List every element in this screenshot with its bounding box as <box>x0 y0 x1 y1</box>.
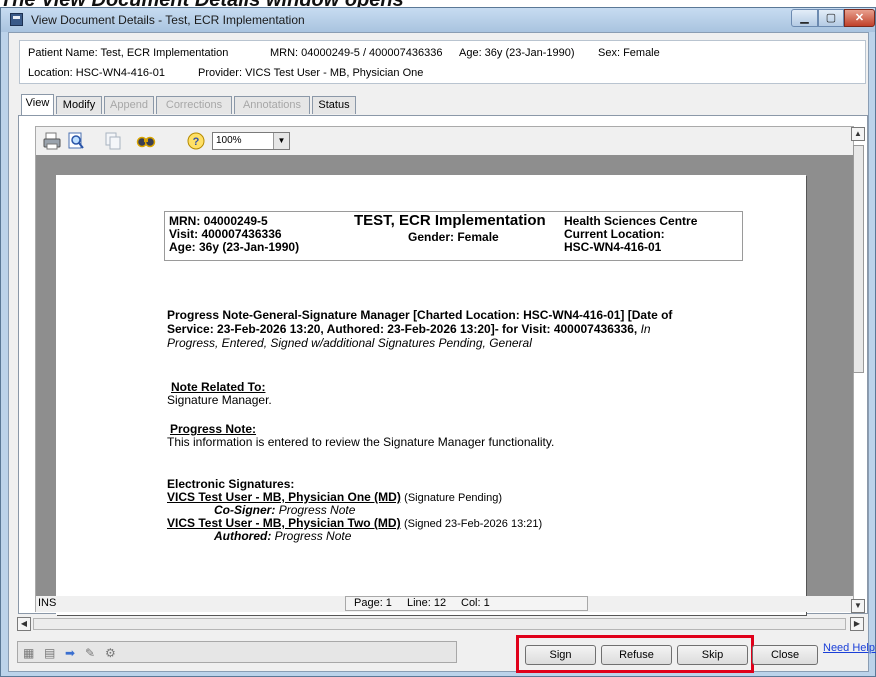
tab-append: Append <box>104 96 154 114</box>
print-preview-icon[interactable] <box>66 131 86 151</box>
sig2-role-label: Authored: <box>214 529 272 543</box>
progress-heading: Progress Note: <box>170 422 257 436</box>
demo-gender: Gender: Female <box>408 230 499 244</box>
svg-text:?: ? <box>193 136 200 148</box>
note-title-line2-text: Service: 23-Feb-2026 13:20, Authored: 23… <box>167 322 638 336</box>
patient-mrn: MRN: 04000249-5 / 400007436336 <box>270 47 443 59</box>
copy-icon[interactable] <box>103 131 123 151</box>
signature-line-2: VICS Test User - MB, Physician Two (MD) … <box>167 516 542 530</box>
attachment-icon[interactable]: ✎ <box>85 646 95 660</box>
patient-age: Age: 36y (23-Jan-1990) <box>459 47 575 59</box>
action-bar: ▦ ▤ ➡ ✎ ⚙ Sign Refuse Skip Close Need He… <box>17 635 876 673</box>
bottom-icon-strip: ▦ ▤ ➡ ✎ ⚙ <box>17 641 457 663</box>
skip-button[interactable]: Skip <box>677 645 748 665</box>
window-client-area: Patient Name: Test, ECR Implementation M… <box>8 32 876 673</box>
sig2-role: Authored: Progress Note <box>214 529 351 543</box>
vertical-scrollbar[interactable]: ▲ ▼ <box>851 115 868 613</box>
minimize-button[interactable]: ▁ <box>791 9 818 27</box>
patient-provider: Provider: VICS Test User - MB, Physician… <box>198 67 424 79</box>
patient-location: Location: HSC-WN4-416-01 <box>28 67 165 79</box>
column-number: Col: 1 <box>461 597 490 609</box>
note-title-line2: Service: 23-Feb-2026 13:20, Authored: 23… <box>167 322 651 336</box>
sig1-role-value: Progress Note <box>278 503 356 517</box>
related-text: Signature Manager. <box>167 393 272 407</box>
demo-visit: Visit: 400007436336 <box>169 227 282 241</box>
need-help-link[interactable]: Need Help? <box>823 642 876 654</box>
window-close-button[interactable]: ✕ <box>844 9 875 27</box>
view-panel: ? 100% ▼ MRN: 04000249-5 Visit: 40000743… <box>18 115 868 615</box>
signature-line-1: VICS Test User - MB, Physician One (MD) … <box>167 490 502 504</box>
close-button[interactable]: Close <box>752 645 818 665</box>
window-title: View Document Details - Test, ECR Implem… <box>31 13 305 27</box>
title-bar[interactable]: View Document Details - Test, ECR Implem… <box>1 8 875 32</box>
patient-name: Patient Name: Test, ECR Implementation <box>28 47 229 59</box>
document-page: MRN: 04000249-5 Visit: 400007436336 Age:… <box>56 175 806 615</box>
chevron-down-icon[interactable]: ▼ <box>273 133 289 149</box>
find-icon[interactable] <box>136 131 156 151</box>
demo-age: Age: 36y (23-Jan-1990) <box>169 240 300 254</box>
demo-current-location-label: Current Location: <box>564 227 665 241</box>
line-number: Line: 12 <box>407 597 447 609</box>
sig2-status: (Signed 23-Feb-2026 13:21) <box>403 518 543 530</box>
zoom-value: 100% <box>216 135 242 146</box>
tab-modify[interactable]: Modify <box>56 96 102 114</box>
position-indicator: Page: 1 Line: 12 Col: 1 <box>345 596 588 611</box>
document-canvas: MRN: 04000249-5 Visit: 400007436336 Age:… <box>36 155 853 615</box>
scroll-thumb[interactable] <box>853 145 864 373</box>
demo-mrn: MRN: 04000249-5 <box>169 214 268 228</box>
settings-icon[interactable]: ⚙ <box>105 646 116 660</box>
forward-arrow-icon[interactable]: ➡ <box>65 646 75 660</box>
scroll-left-icon[interactable]: ◀ <box>17 617 31 631</box>
sig2-role-value: Progress Note <box>274 529 352 543</box>
tab-corrections: Corrections <box>156 96 232 114</box>
note-status-b: Progress, Entered, Signed w/additional S… <box>167 336 532 350</box>
related-heading: Note Related To: <box>171 380 266 394</box>
progress-text: This information is entered to review th… <box>167 435 555 449</box>
view-document-details-window: View Document Details - Test, ECR Implem… <box>0 7 876 677</box>
esig-heading: Electronic Signatures: <box>167 477 295 491</box>
maximize-button[interactable]: ▢ <box>818 9 844 27</box>
sig2-name: VICS Test User - MB, Physician Two (MD) <box>167 516 401 530</box>
sig1-role-label: Co-Signer: <box>214 503 276 517</box>
patient-banner: Patient Name: Test, ECR Implementation M… <box>19 40 866 84</box>
refuse-button[interactable]: Refuse <box>601 645 672 665</box>
editor-status-bar: INS Page: 1 Line: 12 Col: 1 <box>36 596 853 612</box>
demo-patient-name: TEST, ECR Implementation <box>354 212 546 229</box>
scroll-up-icon[interactable]: ▲ <box>851 127 865 141</box>
tab-status[interactable]: Status <box>312 96 356 114</box>
document-viewer: ? 100% ▼ MRN: 04000249-5 Visit: 40000743… <box>35 126 854 615</box>
horizontal-scroll-track[interactable] <box>33 618 846 630</box>
zoom-select[interactable]: 100% ▼ <box>212 132 290 150</box>
sign-button[interactable]: Sign <box>525 645 596 665</box>
sig1-status: (Signature Pending) <box>404 492 503 504</box>
sig1-role: Co-Signer: Progress Note <box>214 503 355 517</box>
sig1-name: VICS Test User - MB, Physician One (MD) <box>167 490 401 504</box>
page-number: Page: 1 <box>354 597 392 609</box>
scroll-down-icon[interactable]: ▼ <box>851 599 865 613</box>
demo-facility: Health Sciences Centre <box>564 214 698 228</box>
tab-view[interactable]: View <box>21 94 54 115</box>
tab-annotations: Annotations <box>234 96 310 114</box>
scroll-right-icon[interactable]: ▶ <box>850 617 864 631</box>
demographics-box: MRN: 04000249-5 Visit: 400007436336 Age:… <box>164 211 743 261</box>
horizontal-scrollbar[interactable]: ◀ ▶ <box>17 617 866 631</box>
print-icon[interactable] <box>42 131 62 151</box>
document-icon[interactable]: ▤ <box>44 646 55 660</box>
note-title-line1: Progress Note-General-Signature Manager … <box>167 308 673 322</box>
patient-sex: Sex: Female <box>598 47 660 59</box>
viewer-toolbar: ? 100% ▼ <box>36 127 853 155</box>
help-icon[interactable]: ? <box>186 131 206 151</box>
app-icon <box>10 13 23 26</box>
note-status-a: In <box>640 322 651 336</box>
insert-mode: INS <box>38 597 57 609</box>
export-icon[interactable]: ▦ <box>23 646 34 660</box>
demo-current-location: HSC-WN4-416-01 <box>564 240 662 254</box>
